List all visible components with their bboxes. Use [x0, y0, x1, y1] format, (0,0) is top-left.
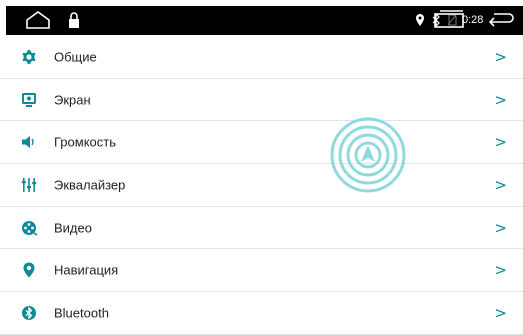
chevron-right-icon: > [494, 175, 507, 194]
menu-item-general[interactable]: Общие > [0, 36, 523, 79]
chevron-right-icon: > [494, 303, 507, 322]
recent-apps-icon[interactable] [432, 9, 466, 31]
menu-item-label: Экран [54, 92, 91, 108]
location-status-icon [416, 14, 424, 26]
back-icon[interactable] [485, 8, 515, 32]
menu-item-label: Громкость [54, 134, 116, 150]
menu-item-screen[interactable]: Экран > [0, 79, 523, 122]
menu-item-video[interactable]: Видео > [0, 207, 523, 250]
equalizer-icon [21, 177, 37, 192]
menu-item-label: Видео [54, 220, 92, 236]
menu-item-label: Общие [54, 49, 97, 65]
menu-item-equalizer[interactable]: Эквалайзер > [0, 164, 523, 207]
menu-item-navigation[interactable]: Навигация > [0, 249, 523, 293]
menu-item-bluetooth[interactable]: Bluetooth > [0, 292, 523, 335]
chevron-right-icon: > [494, 261, 507, 280]
menu-item-label: Навигация [54, 262, 119, 278]
status-bar-background: 0:28 [6, 6, 523, 35]
film-reel-icon [22, 220, 38, 236]
status-bar: 0:28 [0, 0, 523, 35]
menu-item-label: Эквалайзер [54, 177, 126, 193]
gear-icon [22, 49, 36, 64]
display-icon [22, 92, 36, 107]
chevron-right-icon: > [494, 133, 507, 152]
location-pin-icon [23, 262, 35, 278]
chevron-right-icon: > [494, 218, 507, 237]
home-icon[interactable] [24, 9, 52, 31]
bluetooth-icon [22, 305, 36, 320]
settings-menu: Общие > Экран > Громкость > Эквалайзер >… [0, 36, 523, 335]
chevron-right-icon: > [494, 47, 507, 66]
speaker-icon [22, 136, 34, 149]
lock-icon [69, 12, 79, 28]
chevron-right-icon: > [494, 90, 507, 109]
menu-item-label: Bluetooth [54, 305, 109, 321]
menu-item-volume[interactable]: Громкость > [0, 121, 523, 165]
